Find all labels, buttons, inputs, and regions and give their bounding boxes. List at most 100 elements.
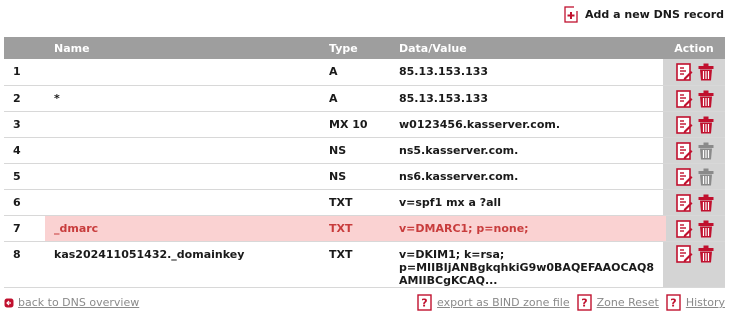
edit-record-button[interactable] [675,89,698,111]
row-actions [663,137,725,164]
question-doc-icon: ? [576,294,592,311]
column-name-header: Name [45,37,329,59]
svg-text:?: ? [581,297,587,310]
edit-record-button[interactable] [675,63,698,84]
footer-bar: back to DNS overview ? export as BIND zo… [4,294,725,316]
trash-icon [698,245,713,262]
bullet-icon [4,298,14,307]
question-doc-icon: ? [666,294,681,311]
svg-text:?: ? [421,297,427,310]
dns-records-table: Name Type Data/Value Action 1 A 85.13.15… [4,37,725,288]
row-actions [663,85,725,112]
row-actions [663,163,725,190]
delete-record-button[interactable] [698,116,714,137]
record-data-line: p=MIIBIjANBgkqhkiG9w0BAQEFAAOCAQ8 [399,260,655,274]
zone-reset-link[interactable]: ? Zone Reset [576,294,659,311]
back-link-label: back to DNS overview [18,296,140,309]
record-name [45,163,329,190]
add-record-icon [564,6,580,23]
edit-record-button[interactable] [675,219,698,241]
edit-record-icon [675,244,692,263]
record-type: MX 10 [329,111,399,138]
record-type: TXT [329,241,399,288]
row-number: 6 [4,189,45,216]
back-to-dns-overview-link[interactable]: back to DNS overview [4,296,139,309]
row-number: 3 [4,111,45,138]
trash-icon [698,90,713,107]
edit-record-button[interactable] [675,193,698,215]
record-type: TXT [329,189,399,216]
record-name [45,137,329,164]
row-number: 1 [4,59,45,86]
delete-record-button[interactable] [698,245,714,266]
edit-record-icon [675,115,692,134]
delete-record-button-disabled [698,168,714,189]
edit-record-icon [675,193,692,212]
table-row: 3 MX 10 w0123456.kasserver.com. [4,111,725,138]
trash-icon [698,220,713,237]
record-name: * [45,85,329,112]
trash-icon [698,142,713,159]
record-data: v=DMARC1; p=none; [399,215,663,242]
record-data: w0123456.kasserver.com. [399,111,663,138]
table-row: 8 kas202411051432._domainkey TXT v=DKIM1… [4,241,725,288]
record-name [45,111,329,138]
delete-record-button-disabled [698,142,714,163]
table-row: 6 TXT v=spf1 mx a ?all [4,189,725,216]
add-dns-record-button[interactable]: Add a new DNS record [564,6,724,23]
column-number-header [4,37,45,59]
record-data-line: v=DKIM1; k=rsa; [399,247,505,261]
edit-record-icon [675,89,692,108]
record-data-line: AMIIBCgKCAQ... [399,273,498,287]
delete-record-button[interactable] [698,63,714,84]
trash-icon [698,63,713,81]
edit-record-icon [675,219,692,238]
export-bind-zone-link[interactable]: ? export as BIND zone file [417,294,570,311]
row-number: 7 [4,215,45,242]
record-data: 85.13.153.133 [399,59,663,86]
table-header-row: Name Type Data/Value Action [4,37,725,59]
record-data: 85.13.153.133 [399,85,663,112]
table-row-highlighted: 7 _dmarc TXT v=DMARC1; p=none; [4,215,725,242]
table-row: 5 NS ns6.kasserver.com. [4,163,725,190]
row-number: 5 [4,163,45,190]
column-data-header: Data/Value [399,37,663,59]
row-actions [663,59,725,86]
delete-record-button[interactable] [698,194,714,215]
record-type: A [329,85,399,112]
record-name [45,189,329,216]
question-doc-icon: ? [417,294,432,311]
row-number: 2 [4,85,45,112]
record-data: ns5.kasserver.com. [399,137,663,164]
edit-record-button[interactable] [675,115,698,137]
record-type: NS [329,137,399,164]
edit-record-button[interactable] [675,244,698,266]
trash-icon [698,168,713,185]
history-link[interactable]: ? History [666,294,725,311]
trash-icon [698,116,713,133]
record-type: A [329,59,399,86]
column-type-header: Type [329,37,399,59]
footer-actions: ? export as BIND zone file ? Zone Reset … [417,294,725,311]
row-number: 4 [4,137,45,164]
column-action-header: Action [663,37,725,59]
edit-record-icon [675,63,692,81]
edit-record-button[interactable] [675,167,698,189]
add-record-label: Add a new DNS record [585,8,724,21]
record-type: TXT [329,215,399,242]
record-type: NS [329,163,399,190]
trash-icon [698,194,713,211]
row-number: 8 [4,241,45,288]
record-name: kas202411051432._domainkey [45,241,329,288]
delete-record-button[interactable] [698,90,714,111]
record-name [45,59,329,86]
export-link-label: export as BIND zone file [437,296,570,309]
row-actions [663,111,725,138]
record-data: v=DKIM1; k=rsa; p=MIIBIjANBgkqhkiG9w0BAQ… [399,241,663,288]
table-row: 4 NS ns5.kasserver.com. [4,137,725,164]
row-actions [663,215,725,242]
delete-record-button[interactable] [698,220,714,241]
zone-reset-label: Zone Reset [596,296,659,309]
edit-record-button[interactable] [675,141,698,163]
history-label: History [685,296,725,309]
